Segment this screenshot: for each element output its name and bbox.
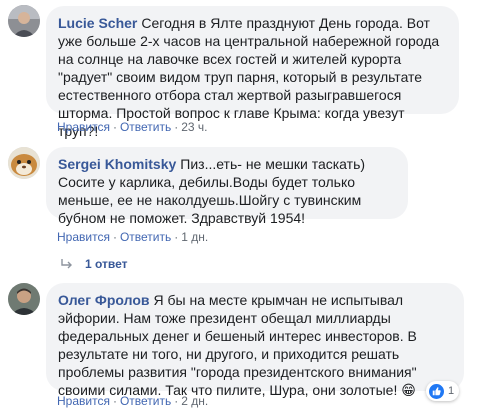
reply-link[interactable]: Ответить [120, 230, 171, 244]
comment-actions: Нравится · Ответить · 2 дн. [57, 394, 209, 408]
comment-author[interactable]: Олег Фролов [58, 292, 150, 308]
comment-bubble: Lucie Scher Сегодня в Ялте празднуют День… [46, 6, 459, 139]
comment-author[interactable]: Sergei Khomitsky [58, 156, 176, 172]
reaction-badge[interactable]: 1 [426, 381, 460, 401]
comment-timestamp[interactable]: 23 ч. [181, 120, 207, 134]
reply-link[interactable]: Ответить [120, 120, 171, 134]
replies-count[interactable]: 1 ответ [85, 257, 128, 271]
like-reaction-icon [429, 383, 444, 399]
like-link[interactable]: Нравится [57, 120, 110, 134]
reaction-count: 1 [448, 385, 455, 397]
avatar-lucie[interactable] [8, 5, 40, 37]
user-photo-icon [8, 283, 40, 315]
comment-author[interactable]: Lucie Scher [58, 15, 137, 31]
like-link[interactable]: Нравится [57, 394, 110, 408]
comment-timestamp[interactable]: 1 дн. [181, 230, 208, 244]
like-link[interactable]: Нравится [57, 230, 110, 244]
avatar-oleg[interactable] [8, 283, 40, 315]
view-replies-link[interactable]: 1 ответ [60, 257, 128, 271]
comment-timestamp[interactable]: 2 дн. [181, 394, 208, 408]
comment-actions: Нравится · Ответить · 23 ч. [57, 120, 208, 134]
user-photo-icon [8, 5, 40, 37]
comment-bubble: Sergei Khomitsky Пиз...еть- не мешки таск… [46, 147, 408, 226]
guinea-pig-photo-icon [8, 147, 40, 179]
comment-bubble: Олег Фролов Я бы на месте крымчан не испы… [46, 283, 464, 398]
avatar-sergei[interactable] [8, 147, 40, 179]
comment-actions: Нравится · Ответить · 1 дн. [57, 230, 209, 244]
reply-arrow-icon [61, 259, 72, 269]
reply-link[interactable]: Ответить [120, 394, 171, 408]
